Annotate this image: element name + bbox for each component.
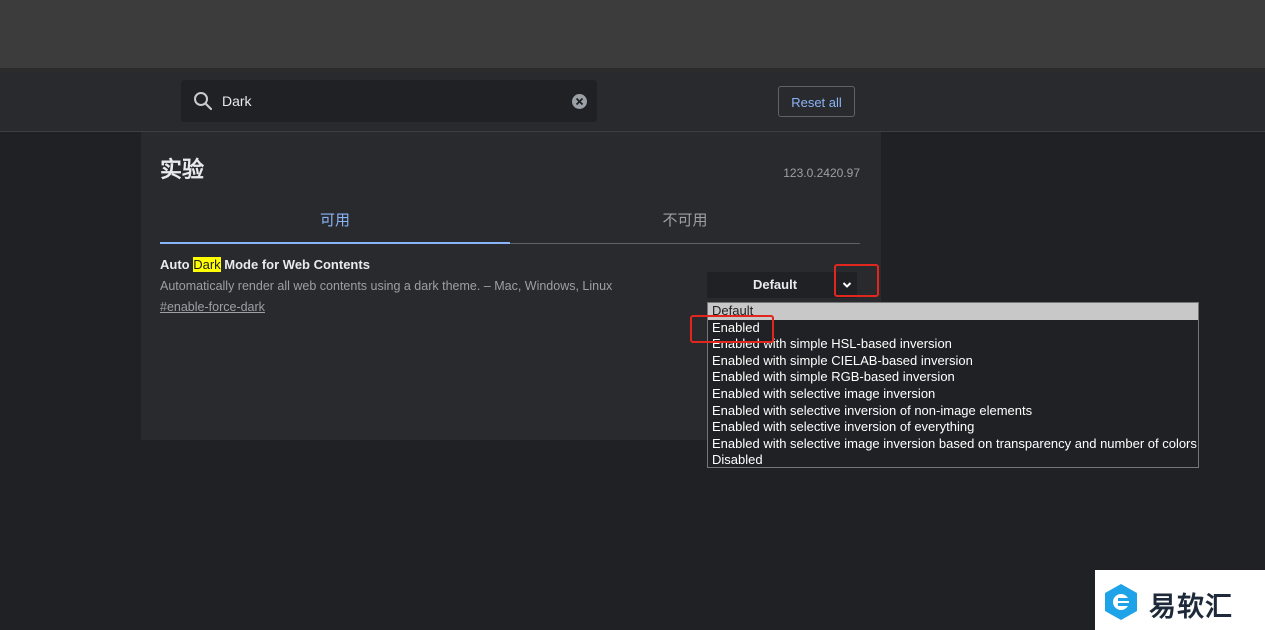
experiment-link[interactable]: #enable-force-dark — [160, 300, 265, 314]
chevron-down-icon[interactable] — [842, 280, 852, 290]
select-dropdown-list[interactable]: Default Enabled Enabled with simple HSL-… — [707, 302, 1199, 468]
dropdown-option[interactable]: Enabled with simple CIELAB-based inversi… — [708, 353, 1198, 370]
flags-header: Reset all — [0, 72, 1265, 132]
dropdown-option[interactable]: Enabled with selective image inversion — [708, 386, 1198, 403]
experiment-title-suffix: Mode for Web Contents — [220, 257, 370, 272]
experiment-description: Automatically render all web contents us… — [160, 279, 613, 293]
dropdown-option[interactable]: Enabled with selective inversion of ever… — [708, 419, 1198, 436]
logo-icon — [1105, 584, 1137, 620]
dropdown-option[interactable]: Enabled with selective image inversion b… — [708, 436, 1198, 453]
dropdown-option[interactable]: Default — [708, 303, 1198, 320]
clear-icon[interactable] — [571, 93, 588, 110]
page-title: 实验 — [160, 158, 205, 183]
experiment-title-prefix: Auto — [160, 257, 194, 272]
search-box — [181, 80, 597, 122]
window-top-bar — [0, 0, 1265, 70]
watermark-logo: 易软汇 — [1095, 570, 1265, 630]
experiment-select[interactable]: Default — [707, 272, 857, 298]
dropdown-option[interactable]: Enabled with simple HSL-based inversion — [708, 336, 1198, 353]
experiment-title: Auto Dark Mode for Web Contents — [160, 257, 370, 272]
dropdown-option[interactable]: Disabled — [708, 452, 1198, 469]
tab-unavailable[interactable]: 不可用 — [510, 202, 860, 244]
dropdown-option[interactable]: Enabled with simple RGB-based inversion — [708, 369, 1198, 386]
version-label: 123.0.2420.97 — [783, 166, 860, 180]
search-input[interactable] — [222, 80, 542, 122]
tab-available[interactable]: 可用 — [160, 202, 510, 244]
search-highlight: Dark — [193, 257, 221, 272]
dropdown-option[interactable]: Enabled — [708, 320, 1198, 337]
reset-all-button[interactable]: Reset all — [778, 86, 855, 117]
dropdown-option[interactable]: Enabled with selective inversion of non-… — [708, 403, 1198, 420]
select-value: Default — [752, 277, 798, 292]
search-icon — [194, 92, 213, 111]
watermark-text: 易软汇 — [1149, 592, 1233, 623]
